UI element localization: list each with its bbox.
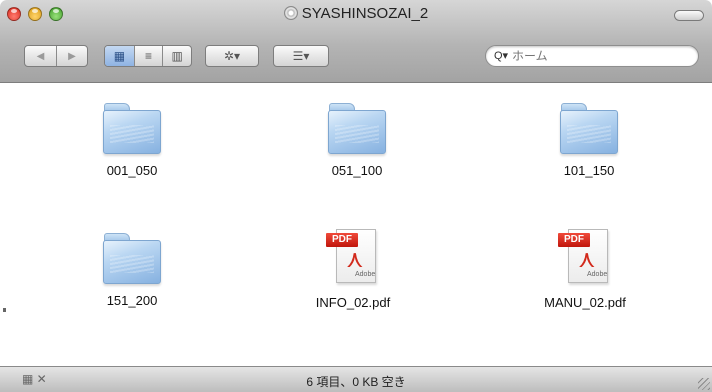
pdf-badge: PDF — [326, 233, 358, 247]
status-bar: ▦ ✕ 6 項目、0 KB 空き — [0, 366, 712, 392]
folder-icon — [101, 101, 163, 155]
search-field: Q▾ — [485, 45, 699, 67]
adobe-brand-text: Adobe — [355, 271, 376, 278]
icon-view-button[interactable]: ▦ — [105, 46, 134, 66]
toolbar-toggle-button[interactable] — [674, 10, 704, 21]
arrange-menu-button[interactable]: ☰▾ — [273, 45, 329, 67]
folder-item[interactable]: 151_200 — [72, 231, 192, 308]
pdf-file-item[interactable]: PDF ⋏ Adobe INFO_02.pdf — [293, 227, 413, 310]
resize-grip[interactable] — [698, 378, 710, 390]
window-title: SYASHINSOZAI_2 — [0, 4, 712, 24]
folder-item[interactable]: 001_050 — [72, 101, 192, 178]
adobe-brand-text: Adobe — [587, 271, 608, 278]
edge-marker — [3, 308, 6, 312]
status-text: 6 項目、0 KB 空き — [306, 375, 406, 389]
pdf-badge: PDF — [558, 233, 590, 247]
item-label: 051_100 — [331, 163, 383, 178]
pdf-file-item[interactable]: PDF ⋏ Adobe MANU_02.pdf — [525, 227, 645, 310]
item-label: 101_150 — [563, 163, 615, 178]
acrobat-logo-icon: ⋏ — [578, 246, 596, 273]
list-view-button[interactable]: ≡ — [133, 46, 163, 66]
arrange-icon: ☰▾ — [292, 49, 310, 63]
finder-window: SYASHINSOZAI_2 ◀ ▶ ▦ ≡ ▥ ✲▾ ☰▾ Q▾ 001_05… — [0, 0, 712, 392]
item-label: 151_200 — [106, 293, 158, 308]
folder-item[interactable]: 101_150 — [529, 101, 649, 178]
item-label: 001_050 — [106, 163, 158, 178]
disk-icon — [283, 6, 298, 20]
pdf-icon: PDF ⋏ Adobe — [557, 227, 613, 287]
acrobat-logo-icon: ⋏ — [346, 246, 364, 273]
window-toolbar: SYASHINSOZAI_2 ◀ ▶ ▦ ≡ ▥ ✲▾ ☰▾ Q▾ — [0, 0, 712, 83]
forward-button[interactable]: ▶ — [56, 46, 87, 66]
column-view-button[interactable]: ▥ — [162, 46, 191, 66]
search-input[interactable] — [512, 48, 692, 64]
file-browser-area: 001_050 051_100 101_150 151_200 PDF ⋏ Ad… — [0, 83, 712, 365]
folder-icon — [558, 101, 620, 155]
window-title-text: SYASHINSOZAI_2 — [301, 5, 429, 22]
gear-icon: ✲▾ — [223, 49, 241, 63]
action-menu-button[interactable]: ✲▾ — [205, 45, 259, 67]
view-mode-control: ▦ ≡ ▥ — [104, 45, 192, 67]
back-button[interactable]: ◀ — [25, 46, 56, 66]
search-icon[interactable]: Q▾ — [494, 49, 508, 62]
back-forward-control: ◀ ▶ — [24, 45, 88, 67]
folder-item[interactable]: 051_100 — [297, 101, 417, 178]
folder-icon — [101, 231, 163, 285]
folder-icon — [326, 101, 388, 155]
item-label: MANU_02.pdf — [544, 295, 626, 310]
item-label: INFO_02.pdf — [315, 295, 391, 310]
pdf-icon: PDF ⋏ Adobe — [325, 227, 381, 287]
